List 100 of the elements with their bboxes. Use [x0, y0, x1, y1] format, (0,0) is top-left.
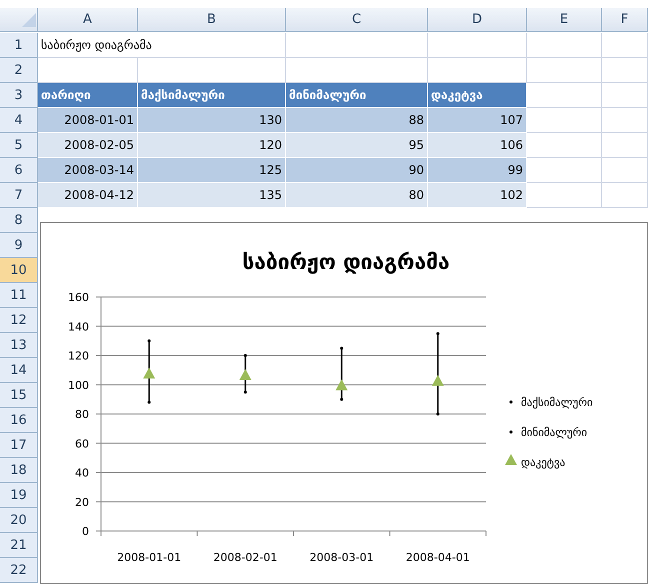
table-cell[interactable]: 2008-03-14 [38, 158, 138, 183]
row-header[interactable]: 18 [0, 458, 38, 483]
table-cell[interactable] [602, 83, 648, 108]
table-cell[interactable]: 106 [428, 133, 527, 158]
table-cell[interactable]: 88 [286, 108, 428, 133]
x-tick-label: 2008-04-01 [406, 551, 470, 564]
line-end-point [244, 354, 247, 357]
table-cell[interactable]: მაქსიმალური [138, 83, 286, 108]
column-header[interactable]: B [138, 8, 286, 32]
high-low-line [244, 356, 246, 392]
y-tick-label: 80 [75, 408, 89, 421]
chart-title: საბირჟო დიაგრამა [242, 250, 450, 274]
table-cell[interactable]: 107 [428, 108, 527, 133]
table-cell[interactable]: 90 [286, 158, 428, 183]
column-header[interactable]: D [428, 8, 527, 32]
table-cell[interactable]: 120 [138, 133, 286, 158]
y-tick-label: 120 [68, 350, 89, 362]
row-header[interactable]: 17 [0, 433, 38, 458]
table-cell[interactable] [428, 33, 527, 58]
table-cell[interactable]: 80 [286, 183, 428, 208]
close-marker [143, 368, 156, 379]
row-header[interactable]: 14 [0, 358, 38, 383]
row-header[interactable]: 5 [0, 133, 38, 158]
table-cell[interactable] [527, 183, 602, 208]
y-tick-label: 40 [75, 466, 89, 480]
row-header[interactable]: 9 [0, 233, 38, 258]
column-header[interactable]: A [38, 8, 138, 32]
y-tick-label: 140 [68, 320, 89, 334]
high-low-line [340, 348, 342, 400]
row-header[interactable]: 10 [0, 258, 38, 283]
table-cell[interactable]: 2008-01-01 [38, 108, 138, 133]
table-cell[interactable] [527, 108, 602, 133]
line-end-point [436, 412, 440, 416]
close-marker [239, 368, 252, 380]
line-end-point [436, 332, 440, 336]
y-tick-label: 20 [75, 496, 89, 509]
row-header[interactable]: 2 [0, 58, 38, 83]
table-cell[interactable] [527, 58, 602, 83]
table-cell[interactable] [527, 133, 602, 158]
line-end-point [340, 398, 344, 401]
table-cell[interactable]: 135 [138, 183, 286, 208]
table-cell[interactable]: 102 [428, 183, 527, 208]
row-header[interactable]: 20 [0, 508, 38, 533]
row-header[interactable]: 11 [0, 283, 38, 308]
table-cell[interactable] [602, 158, 648, 183]
x-tick-label: 2008-02-01 [213, 551, 278, 564]
row-header[interactable]: 6 [0, 158, 38, 183]
legend-label: დაკეტვა [521, 456, 566, 469]
line-end-point [244, 390, 247, 394]
y-tick-label: 160 [68, 291, 89, 304]
y-tick-label: 100 [68, 378, 89, 392]
table-cell[interactable] [527, 83, 602, 108]
table-cell[interactable] [527, 33, 602, 58]
row-header[interactable]: 1 [0, 33, 38, 58]
close-marker [336, 379, 348, 390]
y-tick-label: 0 [82, 525, 89, 538]
table-cell[interactable] [602, 58, 648, 83]
y-tick-label: 60 [75, 437, 89, 450]
table-cell[interactable]: დაკეტვა [428, 83, 527, 108]
table-cell[interactable]: 125 [138, 158, 286, 183]
legend-label: მაქსიმალური [521, 396, 593, 409]
x-tick-label: 2008-03-01 [310, 551, 374, 564]
line-end-point [148, 339, 151, 342]
legend-marker [510, 400, 512, 404]
table-cell[interactable] [602, 108, 648, 133]
row-header[interactable]: 22 [0, 558, 38, 583]
row-header[interactable]: 19 [0, 483, 38, 508]
row-header[interactable]: 7 [0, 183, 38, 208]
line-end-point [148, 400, 151, 404]
row-header[interactable]: 8 [0, 208, 38, 233]
legend-label: მინიმალური [521, 426, 588, 439]
line-end-point [340, 346, 344, 350]
row-header[interactable]: 16 [0, 408, 38, 433]
table-cell[interactable]: 95 [286, 133, 428, 158]
table-cell[interactable] [602, 33, 648, 58]
row-header[interactable]: 15 [0, 383, 38, 408]
table-cell[interactable]: 2008-02-05 [38, 133, 138, 158]
high-low-line [148, 340, 150, 402]
table-cell[interactable] [602, 183, 648, 208]
table-cell[interactable] [602, 133, 648, 158]
table-cell[interactable]: საბირჟო დიაგრამა [38, 33, 286, 58]
row-header[interactable]: 4 [0, 108, 38, 133]
row-header[interactable]: 12 [0, 308, 38, 333]
chart-area[interactable]: საბირჟო დიაგრამა 0 20 40 60 80 100 120 140 160 2008-01-01 2008-02-01 2008-03-01 2008-04-01 მაქსიმალური მინიმალური დაკეტვა [40, 222, 648, 584]
row-header[interactable]: 3 [0, 83, 38, 108]
column-header[interactable]: F [602, 8, 648, 32]
table-cell[interactable]: თარიღი [38, 83, 138, 108]
table-cell[interactable] [286, 33, 428, 58]
row-header[interactable]: 21 [0, 533, 38, 558]
table-cell[interactable]: 130 [138, 108, 286, 133]
table-cell[interactable]: 2008-04-12 [38, 183, 138, 208]
column-header[interactable]: C [286, 8, 428, 32]
close-marker [432, 374, 444, 386]
table-cell[interactable] [527, 158, 602, 183]
x-tick-label: 2008-01-01 [117, 551, 182, 564]
select-all-corner[interactable] [0, 8, 38, 32]
table-cell[interactable]: მინიმალური [286, 83, 428, 108]
row-header[interactable]: 13 [0, 333, 38, 358]
column-header[interactable]: E [527, 8, 602, 32]
table-cell[interactable]: 99 [428, 158, 527, 183]
